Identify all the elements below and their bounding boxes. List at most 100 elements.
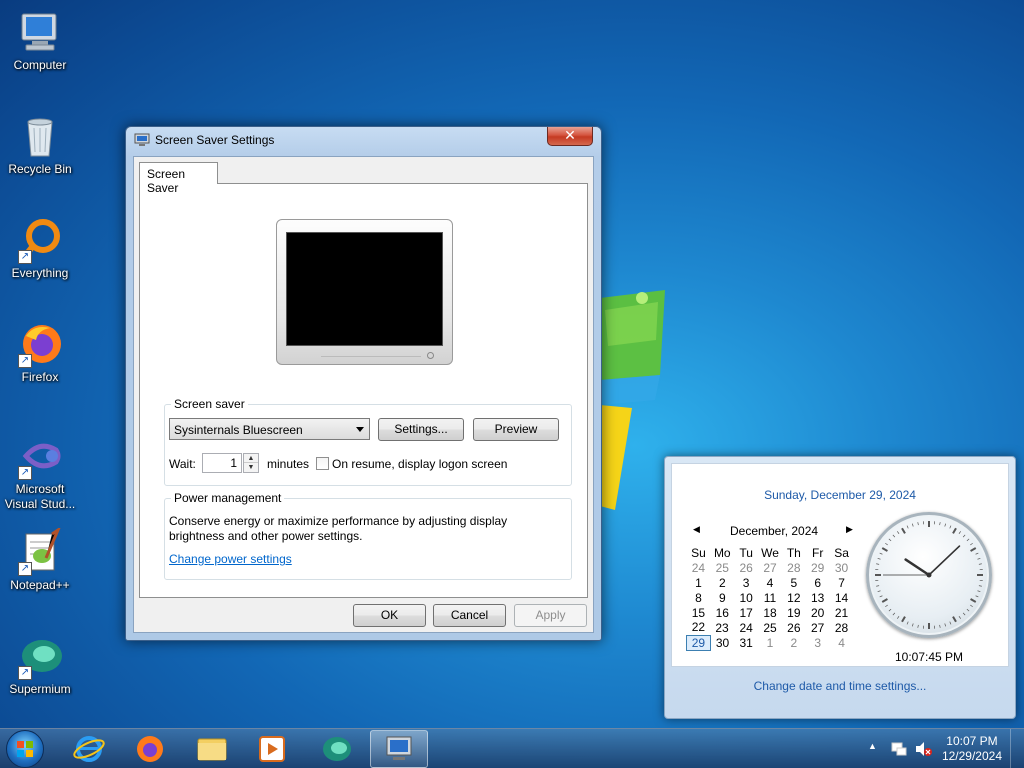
network-icon[interactable] [890, 740, 908, 758]
desktop-icon-notepad-plus-plus[interactable]: ↗ Notepad++ [2, 525, 78, 593]
calendar-day-today[interactable]: 29 [686, 634, 711, 651]
title-bar[interactable]: Screen Saver Settings ✕ [126, 127, 601, 153]
calendar-day[interactable]: 5 [782, 575, 806, 590]
calendar-day[interactable]: 30 [830, 560, 854, 575]
calendar-day[interactable]: 12 [782, 590, 806, 605]
calendar-day[interactable]: 28 [830, 620, 854, 635]
calendar-weekday-header: Tu [739, 545, 753, 560]
calendar-day[interactable]: 4 [758, 575, 782, 590]
clock-tick [896, 616, 900, 619]
clock-tick [877, 590, 881, 593]
clock-tick [881, 598, 888, 603]
desktop-icon-supermium[interactable]: ↗ Supermium [2, 632, 78, 697]
show-desktop-button[interactable] [1010, 729, 1024, 768]
apply-button[interactable]: Apply [514, 604, 587, 627]
change-power-settings-link[interactable]: Change power settings [169, 552, 292, 566]
wait-label: Wait: [169, 457, 196, 471]
desktop-icon-recycle-bin[interactable]: Recycle Bin [2, 112, 78, 177]
calendar-day[interactable]: 17 [734, 605, 758, 620]
firefox-icon: ↗ [16, 320, 64, 368]
calendar-day[interactable]: 3 [734, 575, 758, 590]
close-button[interactable]: ✕ [547, 127, 593, 146]
calendar-day[interactable]: 22 [687, 620, 711, 635]
calendar-day[interactable]: 23 [710, 620, 734, 635]
calendar-day[interactable]: 20 [806, 605, 830, 620]
previous-month-icon[interactable]: ◀ [693, 524, 700, 535]
clock-tick [901, 616, 906, 623]
desktop-icon-label: Microsoft Visual Stud... [4, 482, 76, 511]
calendar-day[interactable]: 3 [806, 635, 830, 650]
change-date-time-settings-link[interactable]: Change date and time settings... [665, 679, 1015, 693]
clock-tick [885, 542, 888, 546]
calendar-day[interactable]: 9 [710, 590, 734, 605]
long-date-link[interactable]: Sunday, December 29, 2024 [672, 488, 1008, 502]
calendar-day[interactable]: 24 [687, 560, 711, 575]
calendar-day[interactable]: 1 [687, 575, 711, 590]
settings-button[interactable]: Settings... [378, 418, 464, 441]
calendar-weekday-header: Mo [713, 545, 731, 560]
calendar-day[interactable]: 19 [782, 605, 806, 620]
clock-tick [888, 608, 892, 612]
taskbar-clock[interactable]: 10:07 PM 12/29/2024 [942, 734, 1002, 764]
calendar-day[interactable]: 6 [806, 575, 830, 590]
resume-logon-label[interactable]: On resume, display logon screen [332, 457, 507, 471]
desktop-icon-computer[interactable]: Computer [2, 8, 78, 73]
clock-tick [978, 563, 982, 565]
taskbar-explorer[interactable] [183, 730, 241, 768]
calendar-day[interactable]: 2 [782, 635, 806, 650]
resume-logon-checkbox[interactable] [316, 457, 329, 470]
wait-minutes-input[interactable]: 1 [202, 453, 242, 473]
taskbar-supermium[interactable] [308, 730, 366, 768]
calendar-day[interactable]: 27 [758, 560, 782, 575]
calendar-day[interactable]: 18 [758, 605, 782, 620]
calendar-day[interactable]: 1 [758, 635, 782, 650]
clock-tick [962, 612, 966, 616]
calendar-day[interactable]: 16 [710, 605, 734, 620]
taskbar-firefox[interactable] [121, 730, 179, 768]
cancel-button[interactable]: Cancel [433, 604, 506, 627]
calendar-grid: Su Mo Tu We Th Fr Sa 24 25 26 27 28 29 30 1 2 3 4 5 6 7 8 9 10 1… [686, 545, 854, 651]
screen-saver-dropdown[interactable]: Sysinternals Bluescreen [169, 418, 370, 440]
calendar-day[interactable]: 29 [806, 560, 830, 575]
start-button[interactable] [6, 730, 44, 768]
calendar-day[interactable]: 25 [710, 560, 734, 575]
ok-button[interactable]: OK [353, 604, 426, 627]
next-month-icon[interactable]: ▶ [846, 524, 853, 535]
clock-tick [911, 523, 914, 527]
spin-down-icon[interactable]: ▼ [244, 463, 258, 472]
screen-saver-group-legend: Screen saver [171, 397, 248, 411]
calendar-day[interactable]: 10 [734, 590, 758, 605]
desktop-icon-firefox[interactable]: ↗ Firefox [2, 320, 78, 385]
power-management-legend: Power management [171, 491, 285, 505]
calendar-day[interactable]: 24 [734, 620, 758, 635]
calendar-day[interactable]: 7 [830, 575, 854, 590]
calendar-month-label[interactable]: December, 2024 [730, 524, 818, 538]
calendar-day[interactable]: 31 [734, 635, 758, 650]
calendar-day[interactable]: 26 [782, 620, 806, 635]
spin-up-icon[interactable]: ▲ [244, 454, 258, 463]
taskbar-screen-saver-settings[interactable] [370, 730, 428, 768]
taskbar-media-player[interactable] [243, 730, 301, 768]
calendar-day[interactable]: 13 [806, 590, 830, 605]
calendar-day[interactable]: 21 [830, 605, 854, 620]
calendar-day[interactable]: 26 [734, 560, 758, 575]
clock-tick [952, 616, 957, 623]
show-hidden-icons-icon[interactable]: ▲ [868, 741, 877, 751]
wait-minutes-spinner[interactable]: ▲ ▼ [243, 453, 259, 473]
calendar-day[interactable]: 27 [806, 620, 830, 635]
calendar-day[interactable]: 14 [830, 590, 854, 605]
desktop-icon-everything[interactable]: ↗ Everything [2, 216, 78, 281]
desktop-icon-visual-studio[interactable]: ↗ Microsoft Visual Stud... [2, 432, 78, 512]
calendar-day[interactable]: 30 [710, 635, 734, 650]
calendar-day[interactable]: 25 [758, 620, 782, 635]
tab-screen-saver[interactable]: Screen Saver [139, 162, 218, 195]
preview-button[interactable]: Preview [473, 418, 559, 441]
calendar-day[interactable]: 2 [710, 575, 734, 590]
taskbar-internet-explorer[interactable] [60, 730, 118, 768]
calendar-day[interactable]: 15 [687, 605, 711, 620]
calendar-day[interactable]: 28 [782, 560, 806, 575]
calendar-day[interactable]: 11 [758, 590, 782, 605]
calendar-day[interactable]: 4 [830, 635, 854, 650]
volume-muted-icon[interactable] [914, 740, 932, 758]
calendar-day[interactable]: 8 [687, 590, 711, 605]
